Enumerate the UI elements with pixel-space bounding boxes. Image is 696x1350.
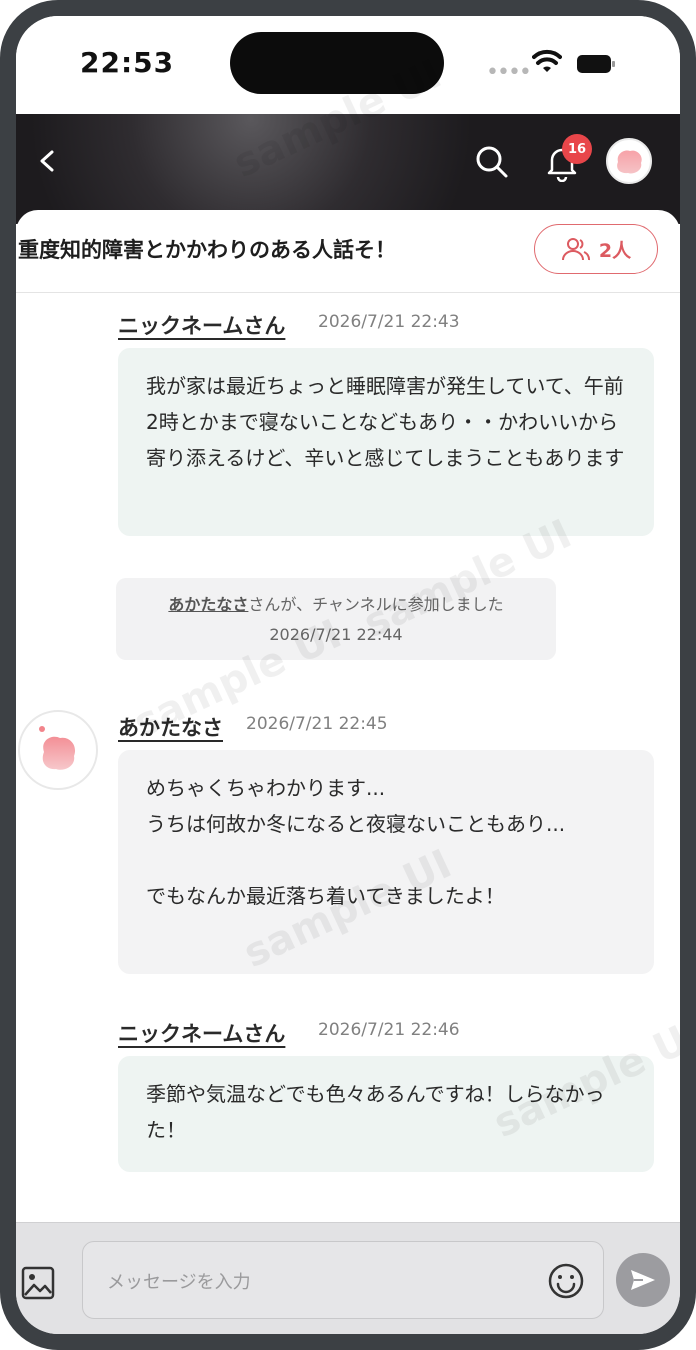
image-icon[interactable]: [20, 1265, 56, 1301]
emoji-icon[interactable]: [547, 1262, 585, 1300]
message-input[interactable]: メッセージを入力: [82, 1241, 604, 1319]
system-text: さんが、チャンネルに参加しました: [248, 595, 504, 614]
message-composer: メッセージを入力: [16, 1222, 680, 1334]
message-author[interactable]: ニックネームさん: [118, 1018, 285, 1048]
users-icon: [561, 238, 590, 261]
members-button[interactable]: 2人: [534, 224, 658, 274]
divider: [16, 292, 680, 293]
system-timestamp: 2026/7/21 22:44: [269, 625, 403, 644]
signal-icon: ••••: [486, 60, 532, 85]
system-message: あかたなささんが、チャンネルに参加しました 2026/7/21 22:44: [116, 578, 556, 660]
message-bubble: 季節や気温などでも色々あるんですね！しらなかった！: [118, 1056, 654, 1172]
message-bubble: めちゃくちゃわかります... うちは何故か冬になると夜寝ないこともあり... で…: [118, 750, 654, 974]
system-user-link[interactable]: あかたなさ: [168, 595, 248, 614]
message-timestamp: 2026/7/21 22:45: [246, 714, 388, 734]
status-time: 22:53: [80, 46, 175, 79]
avatar-blob-icon: [39, 726, 76, 770]
message-bubble: 我が家は最近ちょっと睡眠障害が発生していて、午前2時とかまで寝ないことなどもあり…: [118, 348, 654, 536]
dynamic-island: [230, 32, 444, 94]
message-timestamp: 2026/7/21 22:43: [318, 312, 460, 332]
screen: 22:53 •••• 16 重度知的障害とかかわりのある人話そ！ 2人 ニックネ…: [16, 16, 680, 1334]
input-placeholder: メッセージを入力: [107, 1272, 251, 1293]
member-count: 2人: [598, 239, 632, 262]
user-avatar[interactable]: [606, 138, 652, 184]
wifi-icon: [532, 49, 562, 72]
phone-frame: 22:53 •••• 16 重度知的障害とかかわりのある人話そ！ 2人 ニックネ…: [0, 0, 696, 1350]
message-author[interactable]: ニックネームさん: [118, 310, 285, 340]
status-bar: 22:53 ••••: [16, 16, 680, 114]
send-icon: [631, 1270, 655, 1290]
battery-icon: [577, 55, 615, 73]
notification-badge: 16: [562, 134, 592, 164]
message-author[interactable]: あかたなさ: [118, 712, 223, 742]
back-icon[interactable]: [30, 144, 64, 178]
search-icon[interactable]: [474, 144, 510, 180]
channel-title: 重度知的障害とかかわりのある人話そ！: [18, 238, 396, 262]
author-avatar[interactable]: [18, 710, 98, 790]
message-timestamp: 2026/7/21 22:46: [318, 1020, 460, 1040]
channel-header: 16: [16, 114, 680, 224]
send-button[interactable]: [616, 1253, 670, 1307]
avatar-blob-icon: [617, 150, 642, 174]
